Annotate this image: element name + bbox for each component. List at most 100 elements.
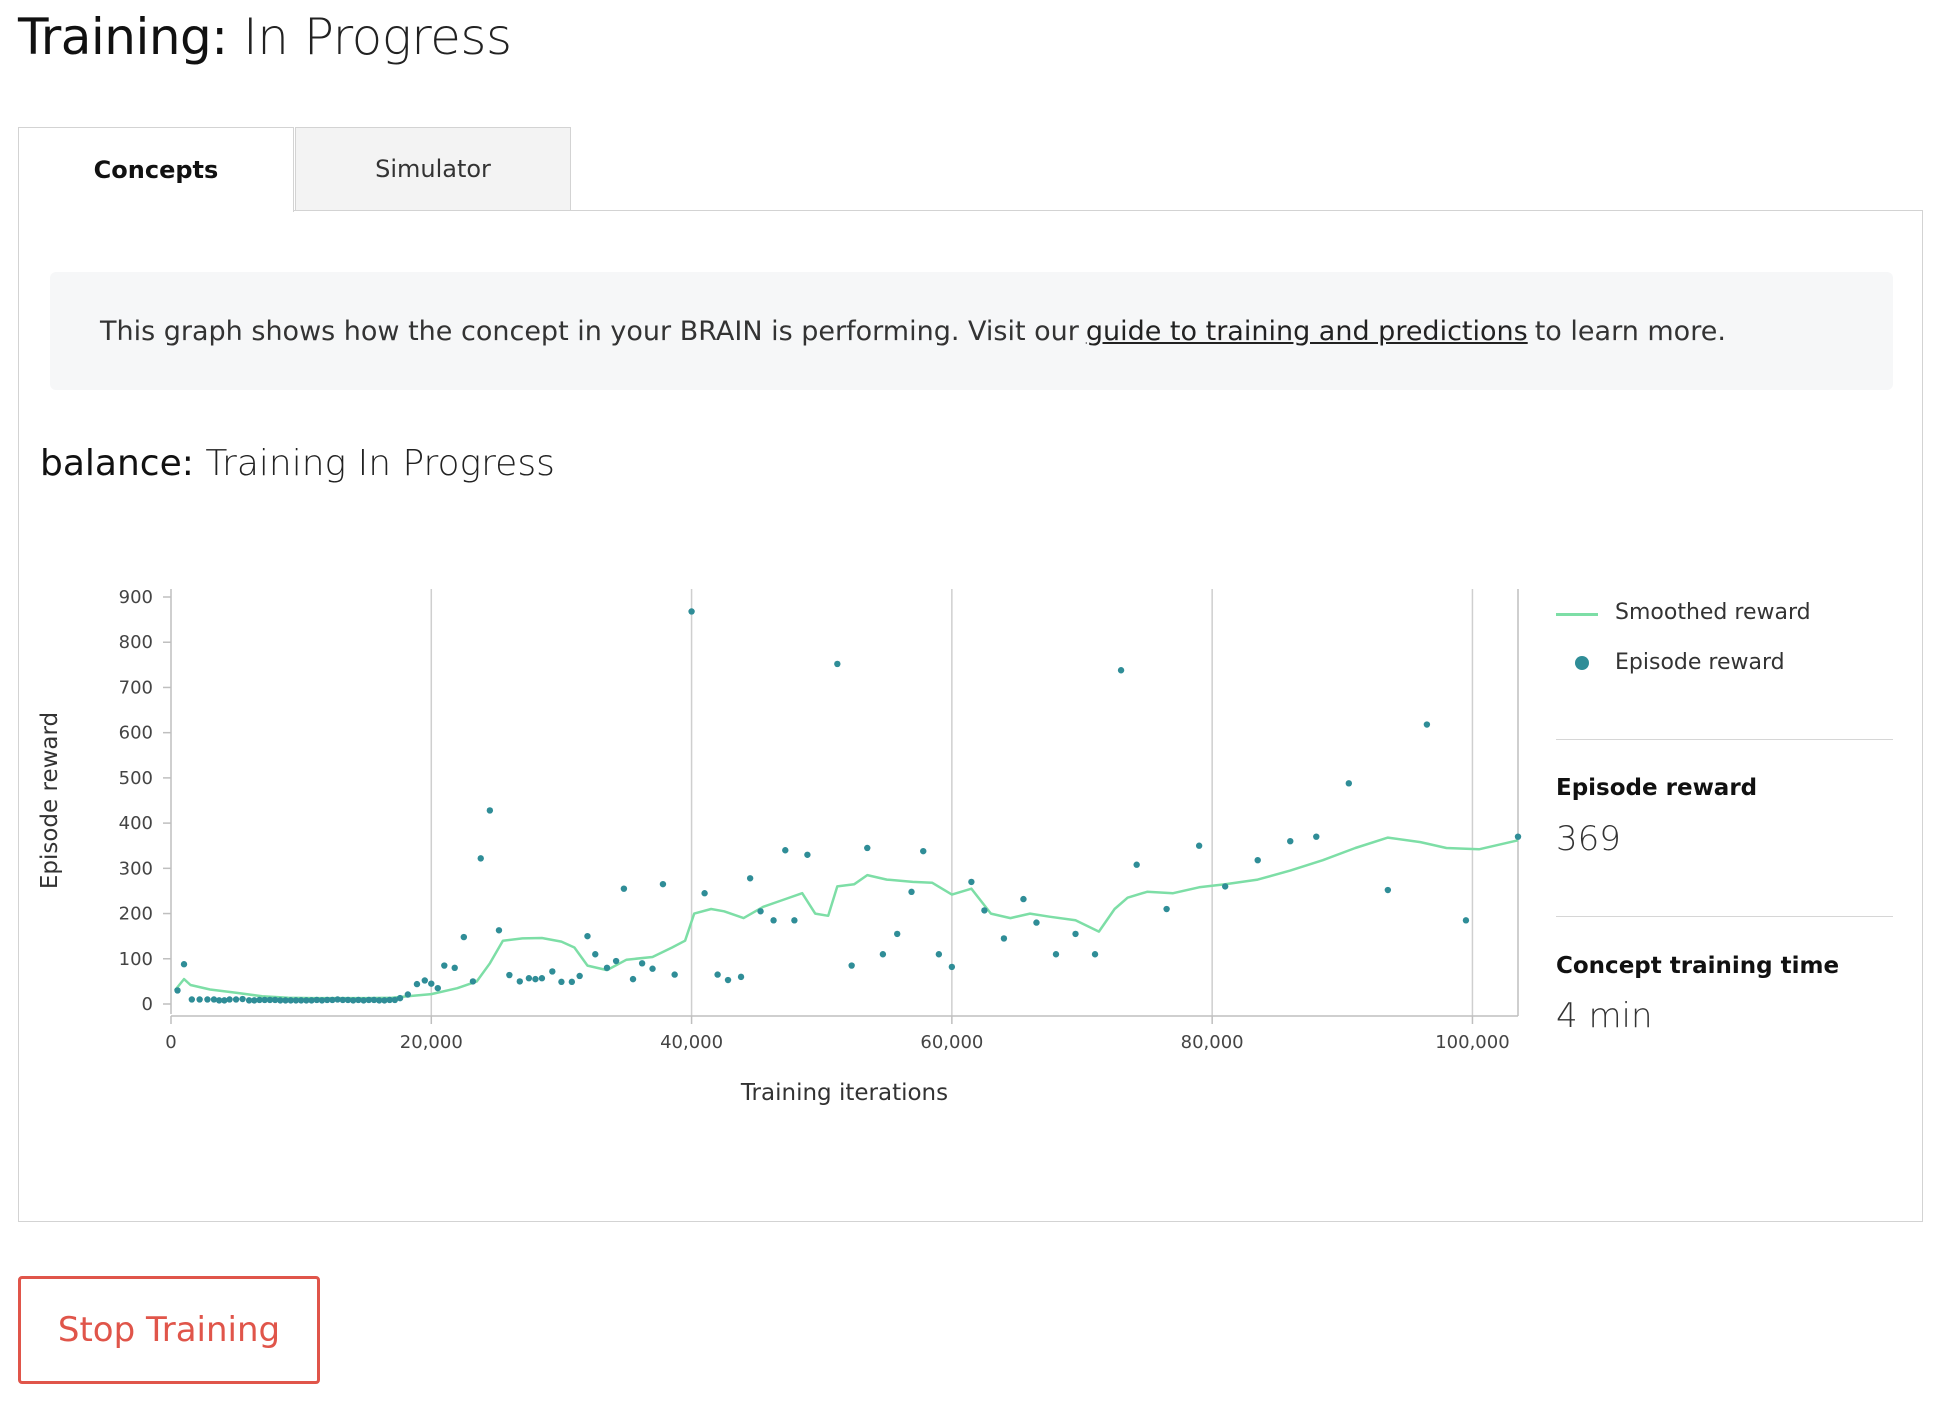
- episode-reward-point: [864, 844, 871, 852]
- episode-reward-point: [935, 951, 943, 958]
- episode-reward-point: [603, 964, 611, 972]
- reward-chart: 0 100 200 300 400 500 600 700 800 900 0 20,000 40,00…: [37, 587, 1522, 1106]
- episode-reward-point: [404, 991, 412, 998]
- episode-reward-point: [1423, 721, 1431, 728]
- episode-reward-point: [486, 807, 494, 814]
- training-time-stat-label: Concept training time: [1556, 953, 1840, 979]
- y-tick-label: 200: [119, 904, 153, 925]
- smoothed-reward-legend-label: Smoothed reward: [1615, 600, 1811, 625]
- episode-reward-stat-value: 369: [1556, 819, 1621, 859]
- episode-reward-point: [649, 965, 656, 972]
- legend-divider: [1556, 739, 1893, 740]
- episode-reward-point: [1221, 883, 1229, 890]
- episode-reward-point: [434, 984, 441, 992]
- episode-reward-point: [770, 917, 777, 924]
- episode-reward-point: [576, 972, 583, 980]
- tab-simulator[interactable]: Simulator: [295, 127, 571, 211]
- episode-reward-point: [920, 847, 927, 855]
- episode-reward-point: [629, 975, 637, 983]
- page-title-label: Training:: [18, 8, 228, 66]
- episode-reward-point: [791, 917, 798, 924]
- y-tick-label: 700: [119, 677, 153, 698]
- episode-reward-point: [612, 957, 620, 965]
- episode-reward-point: [1287, 838, 1294, 845]
- episode-reward-point: [421, 977, 428, 984]
- y-axis-title: Episode reward: [37, 712, 63, 889]
- episode-reward-point: [532, 975, 539, 983]
- episode-reward-point: [413, 980, 421, 988]
- y-tick-label: 0: [142, 994, 153, 1015]
- episode-reward-point: [516, 978, 523, 985]
- episode-reward-legend-swatch: [1575, 656, 1589, 670]
- episode-reward-point: [506, 971, 513, 979]
- x-tick-label: 80,000: [1181, 1032, 1244, 1053]
- stop-training-button[interactable]: Stop Training: [18, 1276, 320, 1384]
- episode-reward-point: [180, 961, 188, 968]
- episode-reward-point: [232, 996, 240, 1003]
- episode-reward-point: [659, 880, 667, 888]
- episode-reward-point: [568, 978, 576, 986]
- y-tick-label: 800: [119, 632, 153, 653]
- episode-reward-point: [584, 932, 591, 940]
- episode-reward-point: [549, 968, 556, 975]
- tab-concepts[interactable]: Concepts: [18, 127, 294, 212]
- episode-reward-point: [1033, 919, 1040, 926]
- page-title-status: In Progress: [243, 8, 512, 66]
- episode-reward-point: [428, 980, 435, 987]
- episode-reward-point: [1072, 930, 1079, 938]
- episode-reward-point: [538, 975, 546, 982]
- concepts-panel: This graph shows how the concept in your…: [18, 210, 1923, 1222]
- x-tick-label: 100,000: [1435, 1032, 1509, 1053]
- episode-reward-point: [1133, 861, 1140, 868]
- episode-reward-stat-label: Episode reward: [1556, 775, 1758, 801]
- episode-reward-point: [714, 971, 721, 978]
- episode-reward-point: [1020, 895, 1027, 903]
- episode-reward-point: [196, 996, 203, 1003]
- y-tick-label: 300: [119, 858, 153, 879]
- episode-reward-point: [174, 987, 181, 994]
- episode-reward-point: [671, 971, 678, 978]
- episode-reward-point: [1163, 905, 1170, 913]
- episode-reward-point: [1091, 951, 1099, 958]
- episode-reward-point: [879, 951, 887, 958]
- episode-reward-point: [477, 855, 484, 862]
- episode-reward-point: [460, 933, 468, 941]
- episode-reward-point: [1195, 842, 1203, 849]
- episode-reward-point: [558, 978, 565, 986]
- episode-reward-point: [396, 994, 404, 1002]
- x-tick-label: 40,000: [660, 1032, 723, 1053]
- y-tick-label: 100: [119, 949, 153, 970]
- episode-reward-point: [1514, 833, 1522, 840]
- y-tick-label: 400: [119, 813, 153, 834]
- episode-reward-point: [188, 996, 196, 1003]
- episode-reward-point: [592, 951, 599, 958]
- episode-reward-point: [688, 608, 695, 615]
- episode-reward-point: [981, 907, 988, 914]
- episode-reward-point: [701, 890, 708, 897]
- episode-reward-point: [968, 878, 975, 886]
- episode-reward-point: [834, 660, 841, 668]
- episode-reward-point: [1000, 935, 1008, 942]
- x-tick-label: 60,000: [920, 1032, 983, 1053]
- episode-reward-point: [737, 973, 745, 981]
- x-tick-label: 0: [165, 1032, 176, 1053]
- episode-reward-point: [948, 963, 956, 971]
- y-tick-label: 900: [119, 587, 153, 608]
- episode-reward-point: [894, 930, 901, 938]
- episode-reward-point: [1117, 667, 1125, 674]
- episode-reward-point: [441, 962, 448, 969]
- episode-reward-point: [746, 875, 754, 882]
- episode-reward-point: [1384, 886, 1392, 894]
- episode-reward-point: [525, 975, 533, 982]
- episode-reward-point: [908, 888, 915, 896]
- episode-reward-point: [451, 964, 458, 972]
- smoothed-reward-line: [173, 836, 1519, 1000]
- episode-reward-point: [204, 996, 211, 1003]
- x-tick-label: 20,000: [400, 1032, 463, 1053]
- episode-reward-point: [226, 996, 233, 1003]
- episode-reward-point: [495, 927, 503, 934]
- training-time-stat-value: 4 min: [1556, 996, 1653, 1036]
- episode-reward-point: [1254, 856, 1261, 864]
- episode-reward-point: [1313, 833, 1320, 840]
- episode-reward-point: [782, 847, 789, 854]
